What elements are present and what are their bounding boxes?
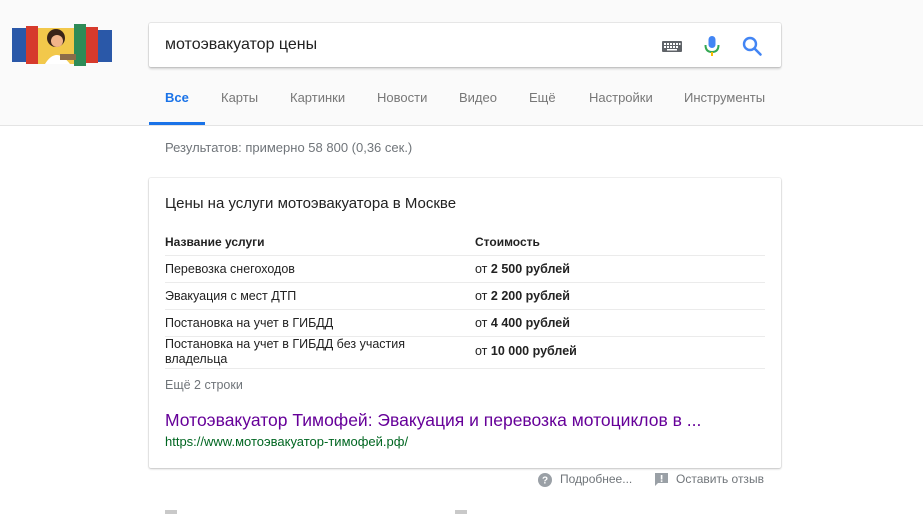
tab-images[interactable]: Картинки [290,90,345,105]
table-divider [165,368,765,369]
result-url: https://www.мотоэвакуатор-тимофей.рф/ [165,434,409,449]
table-cell-price: от 10 000 рублей [475,344,577,358]
doodle-logo[interactable] [12,24,112,66]
result-title-link[interactable]: Мотоэвакуатор Тимофей: Эвакуация и перев… [165,410,701,431]
tab-news[interactable]: Новости [377,90,427,105]
result-stats: Результатов: примерно 58 800 (0,36 сек.) [165,140,413,155]
table-cell-price: от 2 200 рублей [475,289,570,303]
tab-settings[interactable]: Настройки [589,90,653,105]
table-divider [165,255,765,256]
table-cell-service: Постановка на учет в ГИБДД без участия в… [165,337,406,366]
tab-maps[interactable]: Карты [221,90,258,105]
featured-snippet: Цены на услуги мотоэвакуатора в Москве Н… [149,178,781,468]
more-info-label: Подробнее... [560,472,633,486]
table-cell-service: Перевозка снегоходов [165,262,295,276]
column-header-service: Название услуги [165,235,265,249]
keyboard-icon[interactable] [661,35,683,57]
microphone-icon[interactable] [701,35,723,57]
column-header-price: Стоимость [475,235,540,249]
table-cell-price: от 2 500 рублей [475,262,570,276]
tab-all[interactable]: Все [165,90,189,105]
search-header: Все Карты Картинки Новости Видео Ещё Нас… [0,0,923,126]
snippet-title: Цены на услуги мотоэвакуатора в Москве [165,195,457,212]
leave-feedback-label: Оставить отзыв [676,472,764,486]
tab-video[interactable]: Видео [459,90,497,105]
search-input[interactable] [165,23,635,67]
tab-more[interactable]: Ещё [529,90,556,105]
table-cell-price: от 4 400 рублей [475,316,570,330]
active-tab-indicator [149,122,205,125]
leave-feedback-link[interactable]: Оставить отзыв [655,472,764,487]
table-divider [165,309,765,310]
tab-tools[interactable]: Инструменты [684,90,765,105]
help-circle-icon: ? [538,472,552,487]
more-info-link[interactable]: ? Подробнее... [538,472,632,487]
feedback-icon [655,473,668,487]
next-result-fragment [165,510,177,514]
more-rows-link[interactable]: Ещё 2 строки [165,378,243,392]
search-box [149,23,781,67]
table-divider [165,282,765,283]
search-icon[interactable] [741,35,763,57]
table-cell-service: Постановка на учет в ГИБДД [165,316,334,330]
svg-text:?: ? [542,475,548,486]
next-result-fragment [455,510,467,514]
table-cell-service: Эвакуация с мест ДТП [165,289,297,303]
